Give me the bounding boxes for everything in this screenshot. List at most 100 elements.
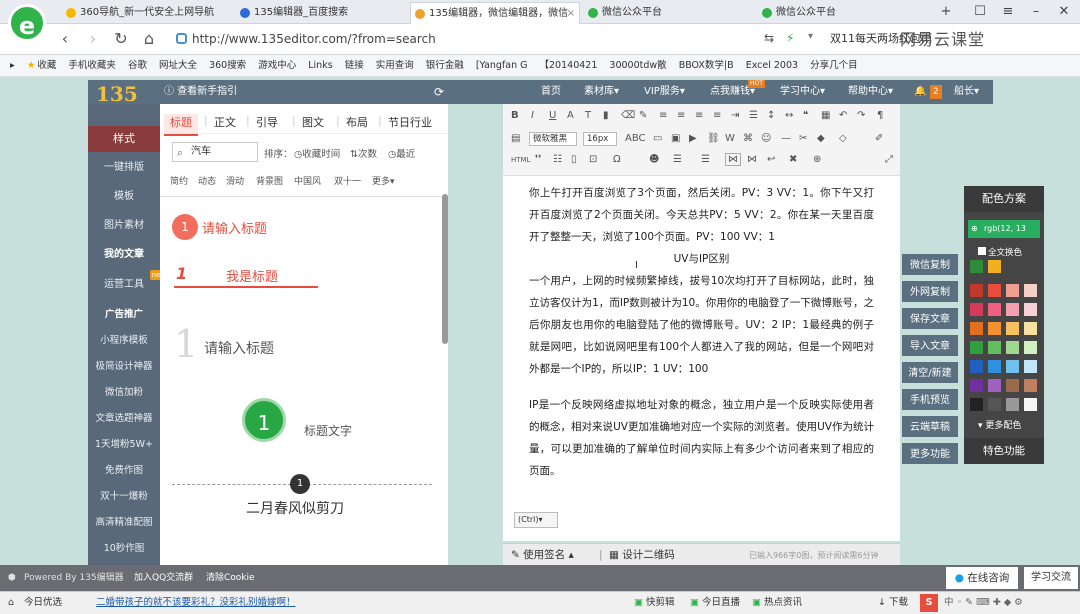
- color-swatch[interactable]: [1006, 398, 1019, 411]
- minimize-icon[interactable]: –: [1022, 0, 1050, 24]
- bookmark[interactable]: 实用查询: [376, 60, 414, 71]
- headline-link[interactable]: 二婚带孩子的就不该要彩礼？没彩礼别婚嫁啊！: [96, 592, 296, 614]
- color-swatch[interactable]: [1024, 398, 1037, 411]
- refresh-icon[interactable]: ↻: [112, 30, 130, 48]
- color-swatch[interactable]: [970, 398, 983, 411]
- paste-options-button[interactable]: (Ctrl)▾: [514, 512, 558, 528]
- clear-format-icon[interactable]: ⌫: [621, 110, 635, 121]
- user-menu[interactable]: 船长▾: [954, 80, 979, 104]
- browser-tab-1[interactable]: 360导航_新一代安全上网导航: [62, 2, 232, 24]
- bracket-icon[interactable]: ⋈: [747, 154, 757, 165]
- sidebar-item-10s-draw[interactable]: 10秒作图: [88, 536, 160, 562]
- share-icon[interactable]: ⇆: [764, 31, 774, 45]
- indent-icon[interactable]: ⇥: [731, 110, 739, 121]
- nav-materials[interactable]: 素材库▾: [584, 80, 619, 104]
- bookmark[interactable]: Excel 2003: [746, 60, 798, 71]
- sidebar-item-images[interactable]: 图片素材: [88, 213, 160, 239]
- style-sample[interactable]: 1 标题文字: [160, 394, 448, 454]
- style-search-input[interactable]: ⌕ 汽车: [172, 142, 258, 162]
- image-icon[interactable]: ▣: [671, 133, 680, 144]
- align-icon[interactable]: ☰: [673, 154, 682, 165]
- emoji-icon[interactable]: ☺: [761, 133, 771, 144]
- font-color-icon[interactable]: A: [567, 110, 574, 121]
- quick-cut[interactable]: ▣ 快剪辑: [634, 592, 675, 614]
- color-swatch[interactable]: [970, 260, 983, 273]
- paragraph-icon[interactable]: ¶: [877, 110, 883, 121]
- sidebar-item-styles[interactable]: 样式: [88, 126, 160, 152]
- sidebar-item-design[interactable]: 极简设计神器: [88, 354, 160, 380]
- color-swatch[interactable]: [1006, 360, 1019, 373]
- browser-tab-4[interactable]: 微信公众平台: [584, 2, 754, 24]
- sidebar-item-double11[interactable]: 双十一爆粉: [88, 484, 160, 510]
- sidebar-item-grow[interactable]: 1天增粉5W+: [88, 432, 160, 458]
- bookmark[interactable]: 收藏: [37, 60, 56, 71]
- home-icon[interactable]: ⌂: [140, 30, 158, 48]
- nav-vip[interactable]: VIP服务▾: [644, 80, 685, 104]
- bookmark[interactable]: 手机收藏夹: [68, 60, 116, 71]
- indent-list-icon[interactable]: ☰: [701, 154, 710, 165]
- color-swatch[interactable]: [988, 284, 1001, 297]
- border-icon[interactable]: ▭: [653, 133, 662, 144]
- media-icon[interactable]: ▶: [689, 133, 697, 144]
- color-swatch[interactable]: [1006, 379, 1019, 392]
- clear-new-button[interactable]: 清空/新建: [902, 362, 958, 386]
- color-swatch[interactable]: [1024, 284, 1037, 297]
- attach-icon[interactable]: ✂: [799, 133, 807, 144]
- tag-filter[interactable]: 滑动: [226, 174, 244, 187]
- nav-help[interactable]: 帮助中心▾: [848, 80, 893, 104]
- sort-by-fav[interactable]: ◷收藏时间: [294, 146, 340, 160]
- bell-icon[interactable]: 🔔: [914, 80, 926, 104]
- menu-icon[interactable]: ≡: [994, 0, 1022, 24]
- smile-icon[interactable]: ☻: [649, 154, 659, 165]
- pen-icon[interactable]: ✐: [875, 133, 883, 144]
- site-logo[interactable]: 135: [96, 82, 138, 106]
- bookmark[interactable]: 360搜索: [209, 60, 246, 71]
- list-ordered-icon[interactable]: ☷: [553, 154, 562, 165]
- tab-title[interactable]: 标题: [164, 114, 198, 136]
- sidebar-item-templates[interactable]: 模板: [88, 184, 160, 210]
- color-swatch[interactable]: [1024, 341, 1037, 354]
- quote-mark-icon[interactable]: ❜❜: [535, 154, 541, 165]
- bookmarks-expand-icon[interactable]: ▸: [10, 60, 15, 71]
- letter-spacing-icon[interactable]: ↔: [785, 110, 793, 121]
- highlight-icon[interactable]: ▮: [603, 110, 609, 121]
- color-swatch[interactable]: [1024, 303, 1037, 316]
- close-window-icon[interactable]: ✕: [1050, 0, 1078, 24]
- tab-image-text[interactable]: 图文: [302, 114, 324, 130]
- bold-icon[interactable]: B: [511, 110, 519, 121]
- font-size-select[interactable]: 16px: [583, 132, 617, 146]
- color-swatch[interactable]: [1024, 360, 1037, 373]
- code-block-icon[interactable]: ⋈: [725, 153, 741, 166]
- url-input[interactable]: http://www.135editor.com/?from=search: [172, 28, 752, 50]
- crop-icon[interactable]: ⊡: [589, 154, 597, 165]
- more-colors-link[interactable]: ▾ 更多配色: [978, 418, 1021, 431]
- color-swatch[interactable]: [988, 303, 1001, 316]
- sidebar-item-free-draw[interactable]: 免费作图: [88, 458, 160, 484]
- rgb-input[interactable]: ⊕ rgb(12, 13: [968, 220, 1040, 238]
- color-swatch[interactable]: [988, 341, 1001, 354]
- browser-tab-2[interactable]: 135编辑器_百度搜索: [236, 2, 406, 24]
- forward-icon[interactable]: ›: [84, 30, 102, 48]
- sidebar-item-onekey[interactable]: 一键排版: [88, 155, 160, 181]
- fullscreen-icon[interactable]: ⤢: [885, 154, 893, 165]
- sort-by-count[interactable]: ⇅次数: [350, 146, 377, 160]
- tag-filter[interactable]: 双十一: [334, 174, 361, 187]
- dropdown-icon[interactable]: ▾: [808, 31, 813, 42]
- special-features-button[interactable]: 特色功能: [964, 438, 1044, 464]
- color-swatch[interactable]: [1024, 379, 1037, 392]
- color-swatch[interactable]: [970, 303, 983, 316]
- color-swatch[interactable]: [988, 360, 1001, 373]
- sidebar-item-tools[interactable]: 运营工具 new: [88, 270, 168, 298]
- style-sample[interactable]: 1 请输入标题: [160, 322, 448, 372]
- new-tab-plus-icon[interactable]: +: [932, 0, 960, 24]
- underline-icon[interactable]: U: [549, 110, 556, 121]
- fill-icon[interactable]: ◆: [817, 133, 825, 144]
- color-swatch[interactable]: [1006, 322, 1019, 335]
- zoom-icon[interactable]: ⊕: [813, 154, 821, 165]
- sidebar-item-my-articles[interactable]: 我的文章: [88, 242, 160, 268]
- hr-icon[interactable]: —: [781, 133, 791, 144]
- color-swatch[interactable]: [970, 322, 983, 335]
- bookmark-menu-icon[interactable]: ☐: [966, 0, 994, 24]
- nav-home[interactable]: 首页: [541, 80, 561, 104]
- external-copy-button[interactable]: 外网复制: [902, 281, 958, 305]
